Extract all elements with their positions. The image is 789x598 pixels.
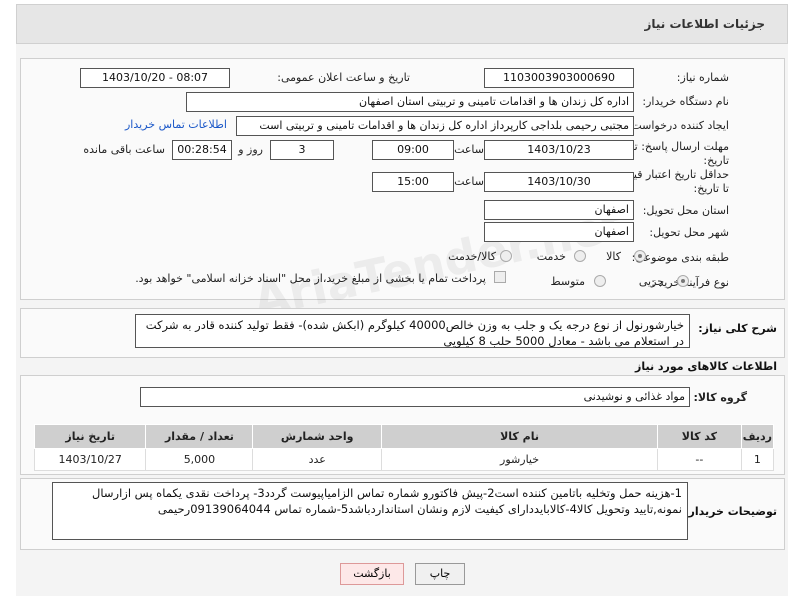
col-qty: تعداد / مقدار — [145, 424, 254, 449]
col-date: تاریخ نیاز — [33, 424, 147, 449]
cell-row: 1 — [740, 448, 775, 471]
summary-text: خیارشورنول از نوع درجه یک و جلب به وزن خ… — [135, 314, 690, 348]
category-label: طبقه بندی موضوعی: — [631, 251, 729, 264]
buyer-org-label: نام دستگاه خریدار: — [642, 95, 729, 108]
buyer-notes-text: 1-هزینه حمل وتخلیه باتامین کننده است2-پی… — [52, 482, 688, 540]
days-label: روز و — [238, 143, 263, 156]
purchase-option-medium: متوسط — [550, 275, 585, 288]
reply-time-field: 09:00 — [372, 140, 454, 160]
summary-label: شرح کلی نیاز: — [698, 322, 777, 335]
category-option-both: کالا/خدمت — [448, 250, 496, 263]
price-time-field: 15:00 — [372, 172, 454, 192]
buyer-org-field: اداره کل زندان ها و اقدامات تامینی و ترب… — [186, 92, 634, 112]
treasury-payment-note: پرداخت تمام یا بخشی از مبلغ خرید،از محل … — [135, 272, 486, 285]
reply-time-label: ساعت — [454, 143, 484, 156]
reply-date-field: 1403/10/23 — [484, 140, 634, 160]
province-label: استان محل تحویل: — [642, 204, 729, 217]
back-button[interactable]: بازگشت — [340, 563, 404, 585]
col-row: ردیف — [740, 424, 775, 449]
remaining-time-field: 00:28:54 — [172, 140, 232, 160]
table-row: 1 -- خیارشور عدد 5,000 1403/10/27 — [33, 448, 775, 471]
province-field: اصفهان — [484, 200, 634, 220]
category-option-service: خدمت — [536, 250, 566, 263]
goods-section-title: اطلاعات کالاهای مورد نیاز — [635, 360, 777, 373]
category-radio-service[interactable] — [574, 250, 586, 262]
creator-field: مجتبی رحیمی بلداجی کارپرداز اداره کل زند… — [236, 116, 634, 136]
remaining-label: ساعت باقی مانده — [83, 143, 165, 156]
days-field: 3 — [270, 140, 334, 160]
cell-code: -- — [657, 448, 742, 471]
purchase-option-minor: جزیی — [638, 275, 664, 288]
page-title: جزئیات اطلاعات نیاز — [644, 17, 765, 31]
cell-name: خیارشور — [380, 448, 659, 471]
goods-table: ردیف کد کالا نام کالا واحد شمارش تعداد /… — [33, 424, 775, 471]
need-number-field: 1103003903000690 — [484, 68, 634, 88]
treasury-payment-checkbox[interactable] — [494, 271, 506, 283]
category-option-goods: کالا — [606, 250, 621, 263]
category-radio-goods[interactable] — [634, 250, 646, 262]
city-field: اصفهان — [484, 222, 634, 242]
cell-unit: عدد — [252, 448, 382, 471]
reply-deadline-label: مهلت ارسال پاسخ: تا تاریخ: — [631, 140, 729, 167]
cell-qty: 5,000 — [145, 448, 254, 471]
print-button[interactable]: چاپ — [415, 563, 465, 585]
purchase-radio-minor[interactable] — [677, 275, 689, 287]
col-unit: واحد شمارش — [252, 424, 382, 449]
col-name: نام کالا — [380, 424, 659, 449]
buyer-contact-link[interactable]: اطلاعات تماس خریدار — [125, 118, 227, 131]
announce-label: تاریخ و ساعت اعلان عمومی: — [277, 71, 410, 84]
city-label: شهر محل تحویل: — [649, 226, 729, 239]
cell-date: 1403/10/27 — [33, 448, 147, 471]
buyer-notes-label: توضیحات خریدار: — [684, 505, 777, 518]
category-radio-both[interactable] — [500, 250, 512, 262]
need-number-label: شماره نیاز: — [676, 71, 729, 84]
col-code: کد کالا — [657, 424, 742, 449]
creator-label: ایجاد کننده درخواست: — [627, 119, 729, 132]
price-time-label: ساعت — [454, 175, 484, 188]
price-date-field: 1403/10/30 — [484, 172, 634, 192]
page-header: جزئیات اطلاعات نیاز — [16, 4, 788, 44]
purchase-radio-medium[interactable] — [594, 275, 606, 287]
announce-field: 1403/10/20 - 08:07 — [80, 68, 230, 88]
goods-group-label: گروه کالا: — [693, 391, 747, 404]
goods-group-field: مواد غذائی و نوشیدنی — [140, 387, 690, 407]
